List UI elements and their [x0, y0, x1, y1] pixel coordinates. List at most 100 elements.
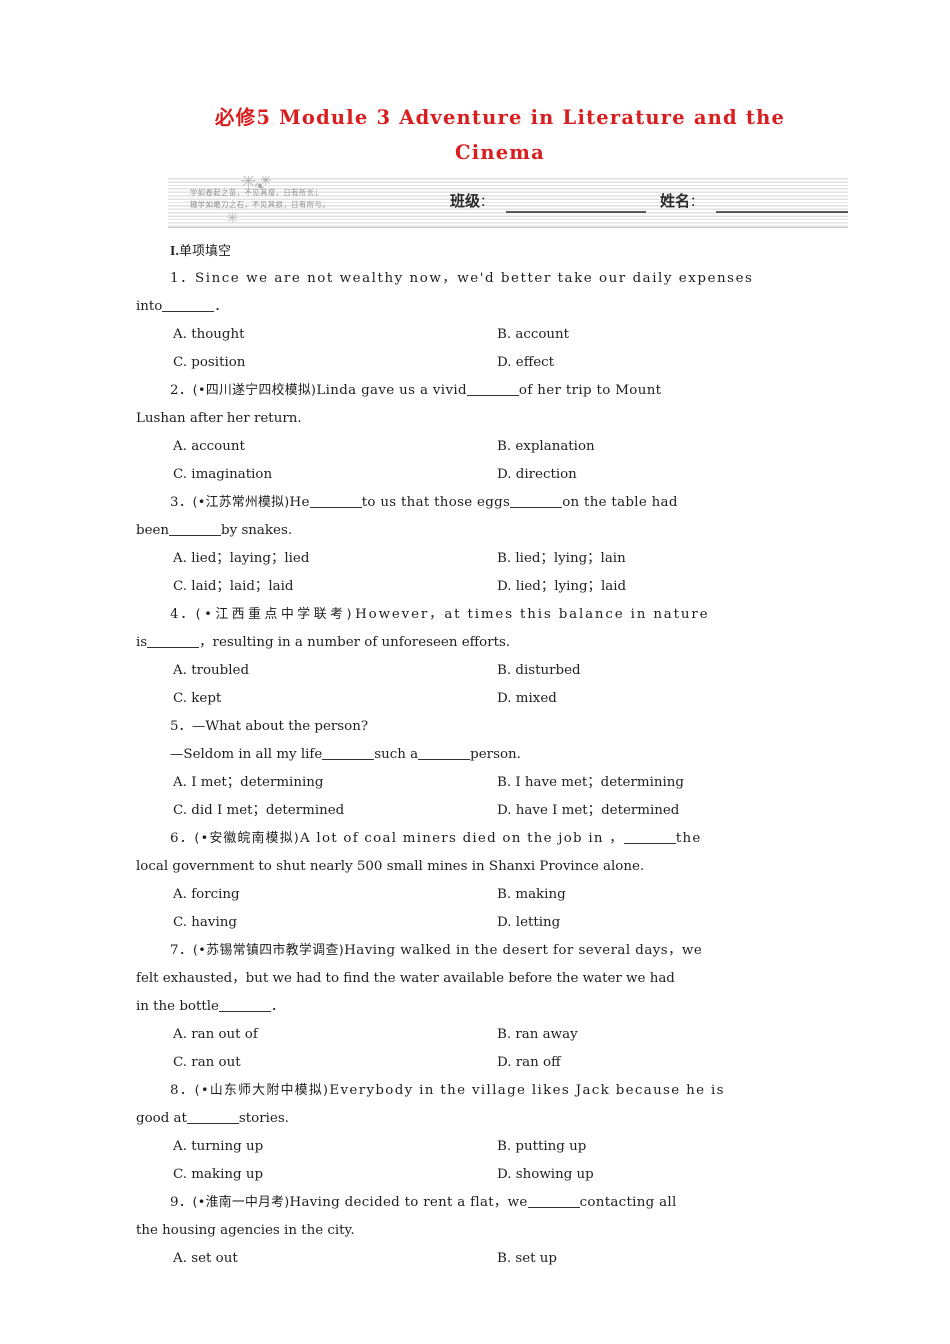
option-d[interactable]: D. ran off — [497, 1049, 561, 1077]
option-c[interactable]: C. position — [173, 349, 497, 377]
option-text: troubled — [191, 663, 250, 678]
option-c[interactable]: C. making up — [173, 1161, 497, 1189]
option-text: set out — [191, 1251, 238, 1266]
option-key: A. — [173, 439, 187, 454]
option-d[interactable]: D. have I met；determined — [497, 797, 679, 825]
question-stem-cont: been by snakes. — [136, 517, 816, 545]
class-field-label: 班级： — [450, 190, 493, 211]
option-b[interactable]: B. set up — [497, 1245, 557, 1273]
class-input-line[interactable] — [506, 211, 646, 213]
option-d[interactable]: D. mixed — [497, 685, 557, 713]
option-c[interactable]: C. having — [173, 909, 497, 937]
question-tail: ． — [270, 999, 285, 1014]
option-b[interactable]: B. disturbed — [497, 657, 581, 685]
option-d[interactable]: D. showing up — [497, 1161, 594, 1189]
option-a[interactable]: A. troubled — [173, 657, 497, 685]
option-c[interactable]: C. imagination — [173, 461, 497, 489]
option-key: D. — [497, 467, 512, 482]
question-stem: 5．—What about the person? — [136, 713, 816, 741]
question-text: Since we are not wealthy now，we'd better… — [195, 271, 754, 286]
option-row: C. making up D. showing up — [136, 1161, 816, 1189]
option-b[interactable]: B. account — [497, 321, 569, 349]
option-key: B. — [497, 1027, 512, 1042]
question-stem-cont: into ． — [136, 293, 816, 321]
option-a[interactable]: A. forcing — [173, 881, 497, 909]
option-b[interactable]: B. I have met；determining — [497, 769, 684, 797]
option-c[interactable]: C. did I met；determined — [173, 797, 497, 825]
option-key: A. — [173, 887, 187, 902]
answer-blank[interactable] — [527, 1195, 580, 1208]
option-key: A. — [173, 1027, 187, 1042]
question-source: (•淮南一中月考) — [192, 1195, 290, 1210]
question-source: (•苏锡常镇四市教学调查) — [192, 943, 345, 958]
answer-blank[interactable] — [218, 999, 271, 1012]
option-a[interactable]: A. thought — [173, 321, 497, 349]
question-number: 2． — [170, 383, 193, 398]
option-a[interactable]: A. lied；laying；lied — [173, 545, 497, 573]
option-b[interactable]: B. making — [497, 881, 566, 909]
answer-blank[interactable] — [623, 831, 676, 844]
option-key: A. — [173, 327, 187, 342]
question-stem-cont: good at stories. — [136, 1105, 816, 1133]
option-text: explanation — [515, 439, 595, 454]
option-a[interactable]: A. I met；determining — [173, 769, 497, 797]
option-text: lied；lying；laid — [515, 579, 627, 594]
option-text: effect — [515, 355, 555, 370]
option-d[interactable]: D. effect — [497, 349, 554, 377]
option-a[interactable]: A. set out — [173, 1245, 497, 1273]
option-key: D. — [497, 691, 512, 706]
question-source: (•山东师大附中模拟) — [194, 1083, 330, 1098]
answer-blank[interactable] — [186, 1111, 239, 1124]
question-item: 6．(•安徽皖南模拟)A lot of coal miners died on … — [136, 825, 816, 937]
answer-blank[interactable] — [169, 523, 222, 536]
option-c[interactable]: C. kept — [173, 685, 497, 713]
answer-blank[interactable] — [162, 299, 215, 312]
question-text-3: in the bottle — [136, 999, 219, 1014]
name-input-line[interactable] — [716, 211, 848, 213]
question-text-cont: Lushan after her return. — [136, 411, 302, 426]
answer-blank[interactable] — [466, 383, 519, 396]
option-row: C. ran out D. ran off — [136, 1049, 816, 1077]
option-d[interactable]: D. letting — [497, 909, 560, 937]
section-heading: I.单项填空 — [136, 238, 816, 265]
question-number: 1． — [170, 271, 196, 286]
option-text: putting up — [515, 1139, 587, 1154]
option-d[interactable]: D. direction — [497, 461, 577, 489]
question-number: 8． — [170, 1083, 195, 1098]
option-a[interactable]: A. turning up — [173, 1133, 497, 1161]
title-line-2: Cinema — [455, 141, 545, 164]
option-key: C. — [173, 355, 188, 370]
question-number: 9． — [170, 1195, 193, 1210]
answer-blank[interactable] — [147, 635, 200, 648]
question-item: 8．(•山东师大附中模拟)Everybody in the village li… — [136, 1077, 816, 1189]
option-text: have I met；determined — [515, 803, 680, 818]
option-text: making up — [191, 1167, 264, 1182]
answer-blank[interactable] — [309, 495, 362, 508]
question-item: 3．(•江苏常州模拟)He to us that those eggs on the… — [136, 489, 816, 601]
question-text: He — [289, 495, 310, 510]
option-row: C. having D. letting — [136, 909, 816, 937]
question-tail: ． — [214, 299, 228, 314]
option-c[interactable]: C. ran out — [173, 1049, 497, 1077]
answer-blank[interactable] — [510, 495, 563, 508]
question-stem-cont: local government to shut nearly 500 smal… — [136, 853, 816, 881]
option-b[interactable]: B. ran away — [497, 1021, 578, 1049]
option-b[interactable]: B. lied；lying；lain — [497, 545, 626, 573]
question-item: 2．(•四川遂宁四校模拟)Linda gave us a vivid of her… — [136, 377, 816, 489]
option-d[interactable]: D. lied；lying；laid — [497, 573, 626, 601]
option-b[interactable]: B. explanation — [497, 433, 595, 461]
option-c[interactable]: C. laid；laid；laid — [173, 573, 497, 601]
student-info-band: ✳ ✳ ✳ ❧ 学如春起之苗，不见其增，日有所长； 辍学如磨刀之石，不见其损，日… — [168, 176, 848, 228]
option-key: D. — [497, 579, 512, 594]
option-a[interactable]: A. ran out of — [173, 1021, 497, 1049]
option-key: C. — [173, 803, 188, 818]
section-number: I. — [170, 243, 180, 258]
option-text: ran off — [515, 1055, 561, 1070]
answer-blank[interactable] — [322, 747, 375, 760]
option-key: B. — [497, 663, 512, 678]
option-a[interactable]: A. account — [173, 433, 497, 461]
answer-blank[interactable] — [418, 747, 471, 760]
option-b[interactable]: B. putting up — [497, 1133, 586, 1161]
option-text: I met；determining — [191, 775, 324, 790]
option-key: A. — [173, 551, 187, 566]
